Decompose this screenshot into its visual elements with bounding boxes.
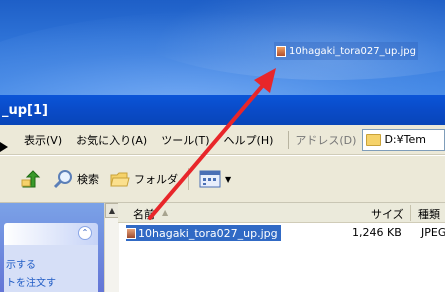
jpeg-file-icon <box>276 45 286 57</box>
search-label: 検索 <box>77 173 99 186</box>
column-type-header[interactable]: 種類 <box>418 206 440 222</box>
address-separator <box>288 130 290 149</box>
menu-favorites[interactable]: お気に入り(A) <box>69 132 154 148</box>
address-label: アドレス(D) <box>295 133 357 147</box>
search-button[interactable]: 検索 <box>52 168 99 190</box>
folders-label: フォルダ <box>134 173 178 186</box>
folders-icon <box>109 169 131 189</box>
column-name-header[interactable]: 名前 <box>133 206 155 222</box>
task-link-show[interactable]: 示する <box>6 256 36 271</box>
explorer-content: ⌃ 示する トを注文す ▲ 名前 ▲ サイズ 種類 10hagaki_tora0… <box>0 202 445 292</box>
column-divider[interactable] <box>410 205 411 221</box>
menu-view[interactable]: 表示(V) <box>0 132 69 148</box>
folder-icon <box>366 133 382 146</box>
up-arrow-icon <box>21 170 41 188</box>
menu-tools[interactable]: ツール(T) <box>154 132 216 148</box>
task-pane: ⌃ 示する トを注文す <box>0 203 104 292</box>
menu-bar: 表示(V) お気に入り(A) ツール(T) ヘルプ(H) アドレス(D) D:¥… <box>0 125 445 155</box>
window-title-bar[interactable]: _up[1] <box>0 95 445 125</box>
task-group-body: 示する トを注文す <box>4 245 98 292</box>
collapse-icon[interactable]: ⌃ <box>78 226 92 240</box>
window-title: _up[1] <box>2 102 48 118</box>
task-group-header[interactable]: ⌃ <box>4 223 98 245</box>
pointer-arrow-icon <box>0 142 8 152</box>
desktop: 10hagaki_tora027_up.jpg <box>0 0 445 95</box>
views-button[interactable]: ▼ <box>199 170 231 188</box>
chevron-down-icon: ▼ <box>225 174 232 184</box>
file-type: JPEG <box>421 226 445 239</box>
toolbar: 検索 フォルダ ▼ <box>0 156 445 202</box>
toolbar-separator <box>188 168 189 190</box>
file-name-cell[interactable]: 10hagaki_tora027_up.jpg <box>126 225 281 241</box>
file-name: 10hagaki_tora027_up.jpg <box>138 226 278 240</box>
menu-help[interactable]: ヘルプ(H) <box>217 132 281 148</box>
file-size: 1,246 KB <box>352 226 402 239</box>
scrollbar[interactable]: ▲ <box>104 203 119 292</box>
desktop-file-item[interactable]: 10hagaki_tora027_up.jpg <box>274 42 418 60</box>
up-folder-button[interactable] <box>20 168 42 190</box>
column-size-header[interactable]: サイズ <box>371 206 404 222</box>
desktop-file-label: 10hagaki_tora027_up.jpg <box>289 45 416 57</box>
views-icon <box>199 170 221 188</box>
task-link-order[interactable]: トを注文す <box>6 274 56 289</box>
scroll-up-arrow-icon[interactable]: ▲ <box>105 203 119 218</box>
search-icon <box>52 168 74 190</box>
sort-ascending-icon: ▲ <box>162 208 169 217</box>
table-row[interactable]: 10hagaki_tora027_up.jpg 1,246 KB JPEG <box>118 225 445 241</box>
folders-button[interactable]: フォルダ <box>109 169 178 189</box>
address-value: D:¥Tem <box>384 133 426 146</box>
jpeg-file-icon <box>126 227 136 239</box>
list-header: 名前 ▲ サイズ 種類 <box>118 203 445 223</box>
address-field[interactable]: D:¥Tem <box>362 128 445 151</box>
